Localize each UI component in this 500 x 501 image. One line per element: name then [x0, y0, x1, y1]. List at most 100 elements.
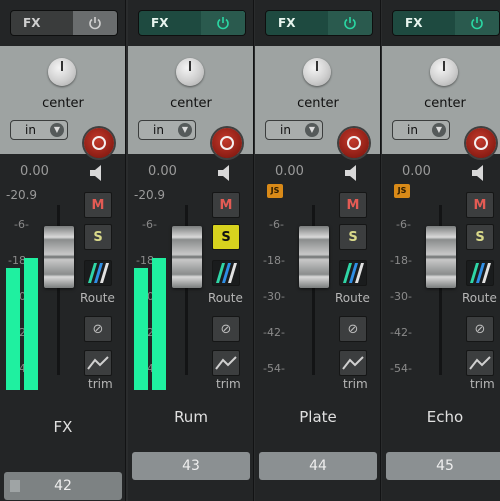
volume-fader[interactable]: [426, 226, 456, 288]
meter-bar: [134, 268, 148, 390]
track-name[interactable]: Echo: [382, 408, 500, 426]
phase-icon[interactable]: ⊘: [84, 316, 112, 342]
route-icon[interactable]: [212, 260, 240, 286]
track-name[interactable]: Rum: [128, 408, 254, 426]
js-badge: JS: [394, 184, 410, 198]
hold-readout: -20.9: [6, 188, 38, 202]
fx-button[interactable]: FX: [265, 10, 373, 36]
peak-readout: 0.00: [148, 164, 177, 179]
pan-label: center: [297, 96, 339, 111]
route-icon[interactable]: [339, 260, 367, 286]
input-selector[interactable]: in ▼: [265, 120, 323, 140]
mixer-strip-2: FX center in ▼ 0.00 -20.9 -6--18--30--42…: [128, 0, 254, 501]
automation-icon[interactable]: [212, 350, 240, 376]
pan-knob[interactable]: [303, 58, 331, 86]
track-number-label: 42: [54, 478, 72, 494]
scale-tick: -6-: [269, 218, 284, 231]
track-number-label: 44: [309, 458, 327, 474]
track-number-label: 45: [436, 458, 454, 474]
folder-icon: [10, 480, 20, 492]
solo-button[interactable]: S: [84, 224, 112, 250]
fx-button[interactable]: FX: [10, 10, 118, 36]
input-selector[interactable]: in ▼: [138, 120, 196, 140]
solo-button[interactable]: S: [212, 224, 240, 250]
chevron-down-icon: ▼: [305, 123, 319, 137]
input-selector[interactable]: in ▼: [392, 120, 450, 140]
phase-icon[interactable]: ⊘: [212, 316, 240, 342]
pan-label: center: [424, 96, 466, 111]
mute-button[interactable]: M: [466, 192, 494, 218]
mixer-strip-3: FX center in ▼ 0.00 JS -6- -18- -30- -42- -5…: [255, 0, 381, 501]
input-label: in: [407, 123, 418, 137]
trim-label: trim: [88, 377, 113, 391]
pan-label: center: [42, 96, 84, 111]
fx-label: FX: [266, 11, 330, 35]
route-label: Route: [335, 291, 370, 305]
mute-button[interactable]: M: [212, 192, 240, 218]
phase-icon[interactable]: ⊘: [339, 316, 367, 342]
record-arm-button[interactable]: [212, 128, 242, 158]
scale-tick: -6-: [142, 218, 157, 231]
automation-icon[interactable]: [84, 350, 112, 376]
hold-readout: -20.9: [134, 188, 166, 202]
speaker-icon[interactable]: [212, 160, 240, 186]
fx-label: FX: [139, 11, 203, 35]
trim-label: trim: [343, 377, 368, 391]
speaker-icon[interactable]: [84, 160, 112, 186]
fx-button[interactable]: FX: [392, 10, 500, 36]
track-number[interactable]: 42: [4, 472, 122, 500]
volume-fader[interactable]: [44, 226, 74, 288]
mute-button[interactable]: M: [339, 192, 367, 218]
power-icon[interactable]: [328, 11, 372, 35]
trim-label: trim: [216, 377, 241, 391]
level-meters: [261, 258, 295, 390]
peak-readout: 0.00: [402, 164, 431, 179]
track-name[interactable]: FX: [0, 418, 126, 436]
record-arm-button[interactable]: [466, 128, 496, 158]
input-label: in: [280, 123, 291, 137]
route-label: Route: [208, 291, 243, 305]
track-number[interactable]: 44: [259, 452, 377, 480]
power-icon[interactable]: [73, 11, 117, 35]
track-number-label: 43: [182, 458, 200, 474]
track-name[interactable]: Plate: [255, 408, 381, 426]
fx-button[interactable]: FX: [138, 10, 246, 36]
track-number[interactable]: 45: [386, 452, 500, 480]
automation-icon[interactable]: [339, 350, 367, 376]
pan-label: center: [170, 96, 212, 111]
meter-bar: [152, 258, 166, 390]
power-icon[interactable]: [455, 11, 499, 35]
record-arm-button[interactable]: [84, 128, 114, 158]
track-number[interactable]: 43: [132, 452, 250, 480]
route-label: Route: [462, 291, 497, 305]
speaker-icon[interactable]: [339, 160, 367, 186]
record-arm-button[interactable]: [339, 128, 369, 158]
mute-button[interactable]: M: [84, 192, 112, 218]
input-label: in: [153, 123, 164, 137]
level-meters: [134, 258, 168, 390]
meter-bar: [24, 258, 38, 390]
volume-fader[interactable]: [299, 226, 329, 288]
scale-tick: -6-: [14, 218, 29, 231]
trim-label: trim: [470, 377, 495, 391]
meter-bar: [6, 268, 20, 390]
power-icon[interactable]: [201, 11, 245, 35]
route-icon[interactable]: [84, 260, 112, 286]
peak-readout: 0.00: [20, 164, 49, 179]
route-label: Route: [80, 291, 115, 305]
automation-icon[interactable]: [466, 350, 494, 376]
mixer-strip-1: FX center in ▼ 0.00 -20.9 -6--18--30--42…: [0, 0, 126, 501]
solo-button[interactable]: S: [339, 224, 367, 250]
pan-knob[interactable]: [430, 58, 458, 86]
solo-button[interactable]: S: [466, 224, 494, 250]
chevron-down-icon: ▼: [50, 123, 64, 137]
pan-knob[interactable]: [48, 58, 76, 86]
pan-knob[interactable]: [176, 58, 204, 86]
chevron-down-icon: ▼: [178, 123, 192, 137]
phase-icon[interactable]: ⊘: [466, 316, 494, 342]
volume-fader[interactable]: [172, 226, 202, 288]
speaker-icon[interactable]: [466, 160, 494, 186]
peak-readout: 0.00: [275, 164, 304, 179]
route-icon[interactable]: [466, 260, 494, 286]
input-selector[interactable]: in ▼: [10, 120, 68, 140]
